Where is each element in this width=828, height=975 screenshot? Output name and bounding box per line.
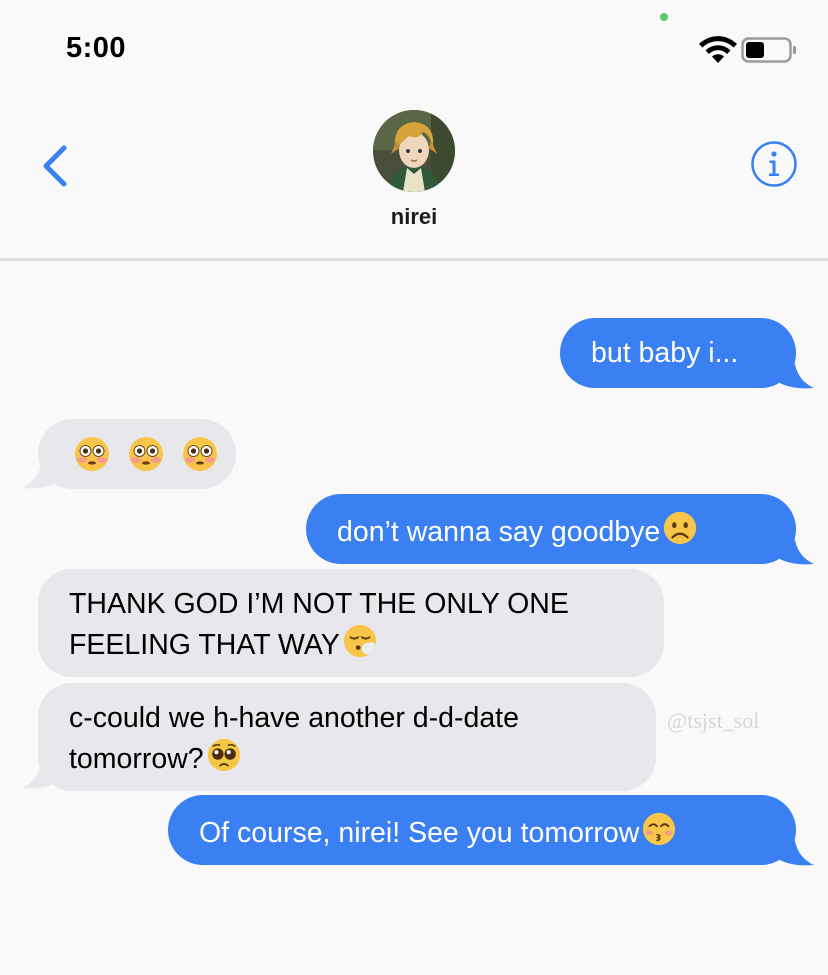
wifi-icon	[699, 36, 737, 63]
message-bubble-received[interactable]: c-could we h-have another d-d-date tomor…	[38, 683, 656, 791]
header-divider	[0, 258, 828, 261]
avatar-image	[373, 110, 455, 192]
bubble-tail	[22, 758, 60, 789]
flushed-face-icon	[182, 437, 217, 471]
message-text: but baby i...	[591, 337, 739, 369]
bubble-tail	[776, 358, 814, 389]
watermark: @tsjst_sol	[667, 708, 760, 733]
message-bubble-received[interactable]	[38, 419, 236, 489]
message-text-line: THANK GOD I’M NOT THE ONLY ONE	[69, 588, 569, 620]
camera-in-use-indicator	[660, 13, 668, 21]
pleading-face-icon	[207, 738, 240, 772]
conversation-header: nirei	[0, 90, 828, 258]
bubble-tail	[776, 835, 814, 866]
message-bubble-sent[interactable]: Of course, nirei! See you tomorrow	[168, 795, 796, 865]
message-text-line: tomorrow?	[69, 743, 204, 775]
message-emoji-group	[71, 437, 219, 475]
message-text-line: c-could we h-have another d-d-date	[69, 702, 519, 734]
back-chevron-icon[interactable]	[36, 142, 76, 190]
kissing-face-icon	[643, 812, 676, 846]
flushed-face-icon	[128, 437, 163, 471]
frowning-face-icon	[664, 511, 697, 545]
contact-avatar[interactable]	[373, 110, 455, 192]
bubble-tail	[776, 534, 814, 565]
flushed-face-icon	[75, 437, 109, 471]
message-bubble-sent[interactable]: don’t wanna say goodbye	[306, 494, 796, 564]
message-text-line: FEELING THAT WAY	[69, 629, 340, 661]
message-text: Of course, nirei! See you tomorrow	[199, 817, 640, 849]
status-time: 5:00	[66, 32, 127, 64]
bubble-tail	[22, 458, 60, 489]
contact-name[interactable]: nirei	[0, 204, 828, 230]
info-icon[interactable]	[750, 140, 798, 188]
message-bubble-sent[interactable]: but baby i...	[560, 318, 796, 388]
message-text: don’t wanna say goodbye	[337, 516, 661, 548]
battery-icon	[741, 37, 796, 63]
status-bar: 5:00	[0, 0, 828, 90]
message-bubble-received[interactable]: THANK GOD I’M NOT THE ONLY ONE FEELING T…	[38, 569, 664, 677]
face-exhaling-icon	[343, 624, 376, 658]
